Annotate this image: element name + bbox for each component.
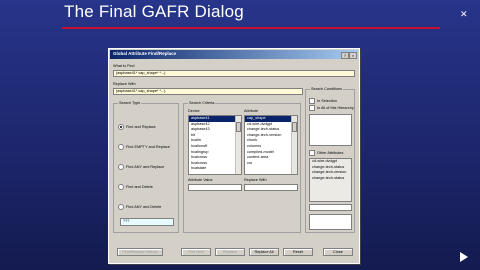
- device-list-items: aspbase41 aspbase42 aspbase43 bit hcalin hcal…: [189, 116, 241, 172]
- checkbox-label: In All of this Hierarchy: [317, 106, 354, 110]
- search-type-caption: Search Type: [118, 101, 142, 105]
- device-listbox[interactable]: aspbase41 aspbase42 aspbase43 bit hcalin hcal…: [188, 115, 242, 175]
- radio-find-delete[interactable]: Find and Delete: [118, 184, 153, 190]
- attribute-value-input[interactable]: [188, 184, 242, 191]
- search-type-group: Search Type Find and Replace Find EMPTY …: [113, 101, 179, 233]
- close-button[interactable]: Close: [323, 248, 353, 256]
- radio-label: Find ANY and Delete: [126, 205, 162, 209]
- replace-with-input[interactable]: (aspbase41* cap_shape* *...): [113, 88, 303, 95]
- replace-with-label: Replace With: [113, 82, 136, 86]
- find-replace-history-button[interactable]: Find/Replace History: [117, 248, 163, 256]
- radio-dot[interactable]: [118, 144, 124, 150]
- play-icon[interactable]: [460, 252, 468, 262]
- checkbox-box[interactable]: [309, 105, 315, 111]
- what-to-find-label: What to Find: [113, 64, 135, 68]
- slide-title: The Final GAFR Dialog: [64, 2, 244, 21]
- attribute-label: Attribute: [244, 109, 259, 113]
- what-to-find-input[interactable]: (aspbase41* cap_shape* *...): [113, 70, 355, 77]
- checkbox-box[interactable]: [309, 150, 315, 156]
- dialog-title: Global Attribute Find/Replace: [113, 51, 177, 56]
- other-attribute-value-field[interactable]: [309, 214, 352, 230]
- radio-label: Find and Replace: [126, 125, 156, 129]
- title-underline: [62, 27, 440, 29]
- device-label: Device: [188, 109, 200, 113]
- checkbox-label: Other Attributes: [317, 151, 344, 155]
- other-attributes-list-items: cd-wire-dvdgpt change-tech-status change-t…: [310, 159, 351, 181]
- list-item[interactable]: change-tech-status: [310, 176, 351, 182]
- search-conditions-group: Search Conditions In Selection In All of…: [305, 87, 355, 233]
- list-item[interactable]: hcalstate: [189, 166, 241, 172]
- radio-dot[interactable]: [118, 164, 124, 170]
- other-attribute-field[interactable]: [309, 204, 352, 211]
- scroll-thumb[interactable]: [236, 122, 241, 132]
- dialog-close-icon[interactable]: ×: [349, 52, 357, 59]
- device-scrollbar[interactable]: [235, 116, 241, 174]
- in-hierarchy-checkbox[interactable]: In All of this Hierarchy: [309, 105, 354, 111]
- attribute-scrollbar[interactable]: [291, 116, 297, 174]
- attribute-listbox[interactable]: cap_shape cd-wire-dvdgpt change-tech-statu…: [244, 115, 298, 175]
- in-selection-checkbox[interactable]: In Selection: [309, 98, 337, 104]
- radio-label: Find EMPTY and Replace: [126, 145, 170, 149]
- replace-button[interactable]: Replace: [215, 248, 245, 256]
- reset-button[interactable]: Reset: [283, 248, 313, 256]
- checkbox-label: In Selection: [317, 99, 337, 103]
- radio-find-empty-replace[interactable]: Find EMPTY and Replace: [118, 144, 170, 150]
- radio-dot[interactable]: [118, 204, 124, 210]
- conditions-text-area[interactable]: [309, 114, 352, 146]
- radio-label: Find ANY and Replace: [126, 165, 165, 169]
- help-icon[interactable]: ?: [341, 52, 349, 59]
- criteria-replace-with-label: Replace With: [244, 178, 267, 182]
- attribute-value-label: Attribute Value: [188, 178, 213, 182]
- search-criteria-group: Search Criteria Device aspbase41 aspbase4…: [183, 101, 301, 233]
- find-next-button[interactable]: Find Next: [181, 248, 211, 256]
- checkbox-box[interactable]: [309, 98, 315, 104]
- other-attributes-checkbox[interactable]: Other Attributes: [309, 150, 343, 156]
- radio-label: Find and Delete: [126, 185, 153, 189]
- radio-find-any-replace[interactable]: Find ANY and Replace: [118, 164, 164, 170]
- search-type-extra-field[interactable]: ???: [120, 218, 174, 226]
- attribute-list-items: cap_shape cd-wire-dvdgpt change-tech-statu…: [245, 116, 297, 166]
- other-attributes-listbox[interactable]: cd-wire-dvdgpt change-tech-status change-t…: [309, 158, 352, 202]
- search-criteria-caption: Search Criteria: [188, 101, 216, 105]
- close-icon[interactable]: ✕: [460, 9, 468, 20]
- list-item[interactable]: change-tech-version: [310, 170, 351, 176]
- replace-all-button[interactable]: Replace All: [249, 248, 279, 256]
- radio-find-any-delete[interactable]: Find ANY and Delete: [118, 204, 161, 210]
- search-conditions-caption: Search Conditions: [310, 87, 344, 91]
- gafr-dialog: Global Attribute Find/Replace ? × What t…: [108, 48, 360, 264]
- list-item[interactable]: cru: [245, 161, 297, 167]
- criteria-replace-with-input[interactable]: [244, 184, 298, 191]
- scroll-thumb[interactable]: [292, 122, 297, 132]
- radio-dot[interactable]: [118, 124, 124, 130]
- radio-dot[interactable]: [118, 184, 124, 190]
- radio-find-replace[interactable]: Find and Replace: [118, 124, 156, 130]
- dialog-titlebar: Global Attribute Find/Replace ? ×: [110, 50, 358, 59]
